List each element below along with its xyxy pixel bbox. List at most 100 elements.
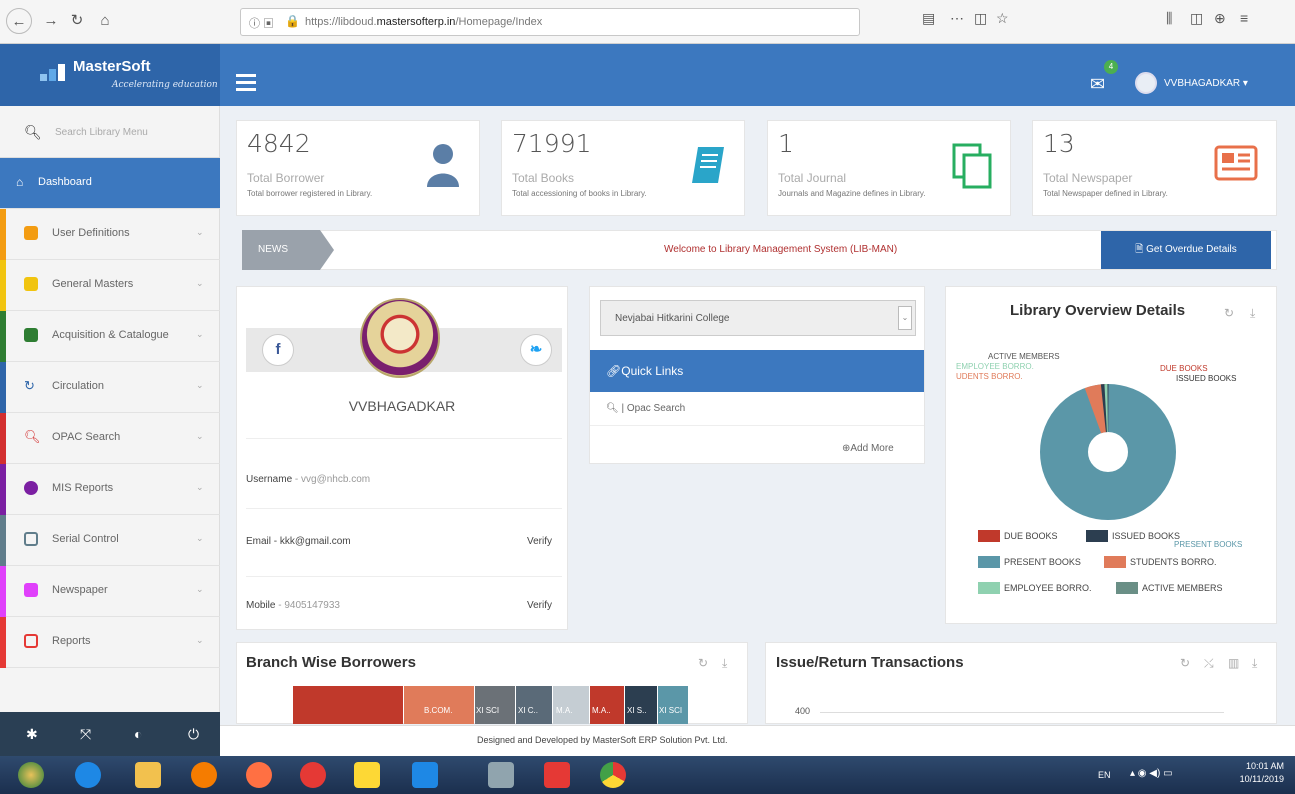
facebook-icon[interactable]: f (262, 334, 294, 366)
sidebar-item-circulation[interactable]: ↻ Circulation ⌄ (0, 362, 220, 413)
chrome-icon[interactable] (600, 762, 626, 788)
branch-bar[interactable] (516, 686, 552, 724)
quick-link-opac-search[interactable]: 🔍︎ | Opac Search (590, 392, 924, 426)
fullscreen-icon[interactable]: ⤧ (80, 726, 91, 743)
bar-chart-icon[interactable]: ▥ (1228, 656, 1239, 670)
power-icon[interactable]: ⏻ (188, 726, 199, 743)
file-explorer-icon[interactable] (135, 762, 161, 788)
news-text[interactable]: Welcome to Library Management System (LI… (664, 244, 897, 255)
menu-icon[interactable]: ≡ (1240, 10, 1248, 26)
more-icon[interactable]: ⋯ (950, 10, 964, 27)
legend-item[interactable]: EMPLOYEE BORRO. (1004, 583, 1092, 593)
branch-bar[interactable] (293, 686, 403, 724)
download-icon[interactable]: ⤓ (722, 656, 727, 671)
profile-name: VVBHAGADKAR (348, 398, 456, 414)
college-select[interactable]: Nevjabai Hitkarini College (600, 300, 916, 336)
refresh-icon[interactable]: ↻ (1180, 656, 1190, 670)
opera-icon[interactable] (300, 762, 326, 788)
sidebar-item-opac-search[interactable]: 🔍︎ OPAC Search ⌄ (0, 413, 220, 464)
settings-icon[interactable]: ✱ (26, 726, 38, 743)
branch-bar-label: M.A.. (592, 706, 611, 715)
newspaper-icon (24, 583, 38, 597)
refresh-icon[interactable]: ↻ (698, 656, 708, 670)
verify-email-link[interactable]: Verify (527, 536, 552, 547)
refresh-icon[interactable]: ↻ (1224, 306, 1234, 320)
bookmark-star-icon[interactable]: ☆ (996, 10, 1009, 27)
chevron-down-icon[interactable]: ⌄ (898, 306, 912, 330)
address-bar[interactable]: ⓘ ▣ 🔒 https://libdoud.mastersofterp.in/H… (240, 8, 860, 36)
site-info-icon[interactable]: ⓘ ▣ (249, 15, 274, 31)
branch-bar-label: XI C.. (518, 706, 539, 715)
legend-item[interactable]: PRESENT BOOKS (1004, 557, 1081, 567)
anydesk-icon[interactable] (544, 762, 570, 788)
logo-area[interactable] (0, 44, 220, 106)
user-menu[interactable]: VVBHAGADKAR ▾ (1164, 78, 1248, 89)
reload-icon[interactable]: ↻ (64, 8, 90, 34)
sidebar-item-reports[interactable]: Reports ⌄ (0, 617, 220, 668)
branch-bar[interactable] (590, 686, 624, 724)
callout-active-members: ACTIVE MEMBERS (988, 352, 1060, 361)
app-icon[interactable] (488, 762, 514, 788)
firefox-icon[interactable] (246, 762, 272, 788)
mastersoft-logo-icon (40, 64, 65, 81)
legend-item[interactable]: DUE BOOKS (1004, 531, 1058, 541)
reader-view-icon[interactable]: ▤ (922, 10, 935, 27)
sidebar-item-acquisition[interactable]: Acquisition & Catalogue ⌄ (0, 311, 220, 362)
download-icon[interactable]: ⤓ (1250, 306, 1255, 321)
hamburger-menu-icon[interactable] (236, 74, 256, 91)
footer-text: Designed and Developed by MasterSoft ERP… (477, 735, 728, 745)
home-icon[interactable]: ⌂ (92, 8, 118, 34)
overview-donut-chart (1040, 384, 1176, 520)
start-button-icon[interactable] (18, 762, 44, 788)
branch-bar[interactable] (625, 686, 657, 724)
download-icon[interactable]: ⤓ (1252, 656, 1257, 671)
copy-icon (952, 143, 992, 189)
sidebar-item-serial-control[interactable]: Serial Control ⌄ (0, 515, 220, 566)
library-icon[interactable]: ⫼ (1166, 10, 1172, 27)
app-star-icon[interactable] (354, 762, 380, 788)
top-navbar (220, 44, 1295, 106)
search-icon: 🔍︎ (24, 429, 41, 444)
chevron-down-icon: ⌄ (196, 380, 204, 390)
get-overdue-details-button[interactable]: 🗎 Get Overdue Details (1101, 231, 1271, 269)
internet-explorer-icon[interactable] (75, 762, 101, 788)
extension-icon[interactable]: ⊕ (1214, 10, 1226, 27)
legend-item[interactable]: STUDENTS BORRO. (1130, 557, 1217, 567)
avatar[interactable] (1135, 72, 1157, 94)
branch-bar-label: XI SCI (659, 706, 683, 715)
sidebar-item-newspaper[interactable]: Newspaper ⌄ (0, 566, 220, 617)
sidebar-item-mis-reports[interactable]: MIS Reports ⌄ (0, 464, 220, 515)
branch-bar[interactable] (475, 686, 515, 724)
teamviewer-icon[interactable] (412, 762, 438, 788)
mail-icon[interactable]: ✉ (1090, 74, 1105, 95)
chevron-down-icon: ⌄ (196, 227, 204, 237)
tray-icons[interactable]: ▴ ◉ ◀) ▭ (1130, 768, 1173, 779)
back-icon[interactable]: ← (6, 8, 32, 34)
verify-mobile-link[interactable]: Verify (527, 600, 552, 611)
add-more-link[interactable]: ⊕Add More (842, 443, 894, 454)
pie-chart-icon (24, 481, 38, 495)
stat-card-journal: 1 Total Journal Journals and Magazine de… (767, 120, 1011, 216)
news-label: NEWS (242, 230, 320, 270)
branch-bar[interactable] (658, 686, 688, 724)
line-chart-icon[interactable]: ⤯ (1204, 656, 1214, 671)
chevron-down-icon: ⌄ (196, 278, 204, 288)
forward-icon[interactable]: → (38, 8, 64, 34)
grid-line (820, 712, 1224, 713)
sidebar-item-general-masters[interactable]: General Masters ⌄ (0, 260, 220, 311)
taskbar-clock[interactable]: 10:01 AM 10/11/2019 (1212, 760, 1284, 786)
pocket-icon[interactable]: ◫ (974, 10, 987, 27)
sidebar-toggle-icon[interactable]: ◫ (1190, 10, 1203, 27)
branch-bar[interactable] (553, 686, 589, 724)
legend-item[interactable]: ISSUED BOOKS (1112, 531, 1180, 541)
media-player-icon[interactable] (191, 762, 217, 788)
branch-bar[interactable] (404, 686, 474, 724)
legend-item[interactable]: ACTIVE MEMBERS (1142, 583, 1223, 593)
sidebar-item-dashboard[interactable]: ⌂ Dashboard (0, 158, 220, 209)
mobile-field: Mobile - 9405147933 (246, 600, 340, 611)
twitter-icon[interactable]: ❧ (520, 334, 552, 366)
language-indicator[interactable]: EN (1098, 770, 1111, 780)
sidebar-item-user-definitions[interactable]: User Definitions ⌄ (0, 209, 220, 260)
search-input[interactable]: Search Library Menu (55, 127, 148, 138)
lock-screen-icon[interactable]: ◐ (134, 726, 142, 742)
